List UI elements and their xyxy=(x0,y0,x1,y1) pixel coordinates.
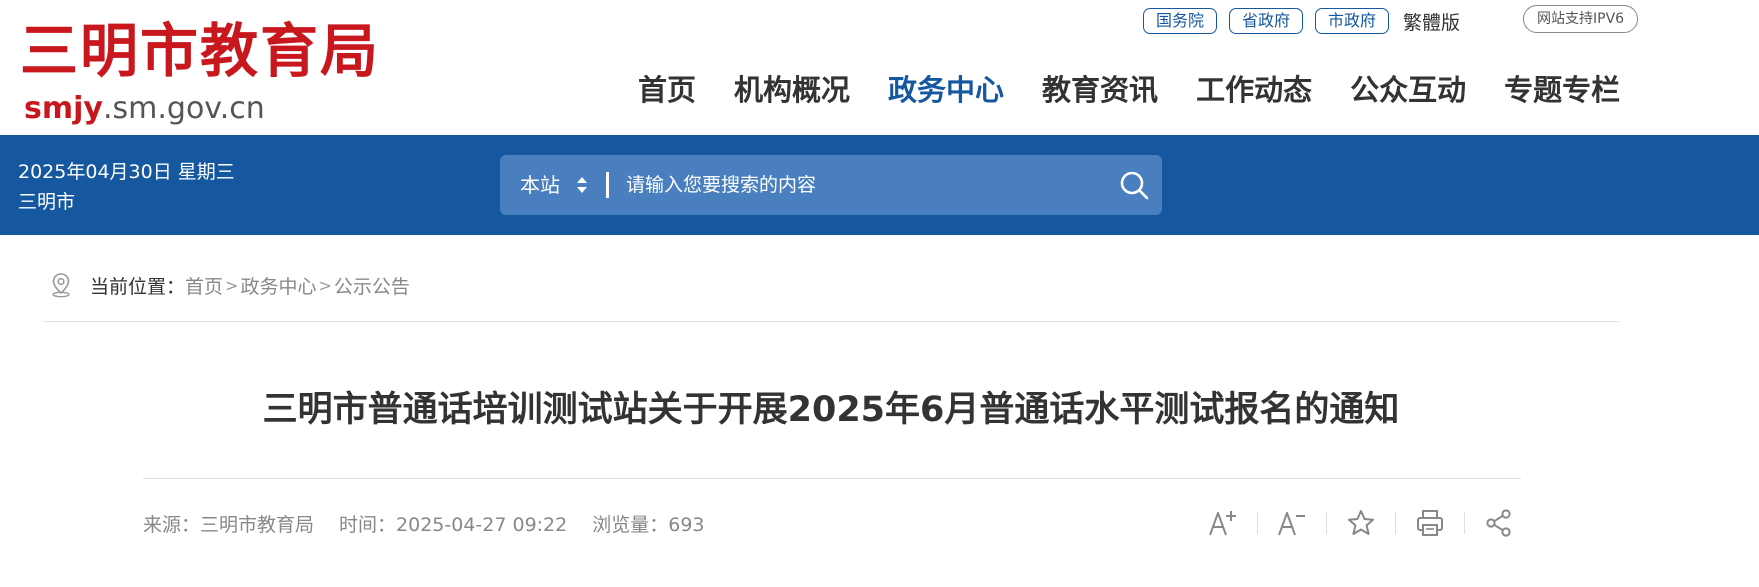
font-increase-icon[interactable] xyxy=(1206,506,1240,540)
nav-item-organization[interactable]: 机构概况 xyxy=(734,68,850,112)
site-header: 三明市教育局 smjy.sm.gov.cn 国务院 省政府 市政府 繁體版 网站… xyxy=(0,0,1759,135)
search-input[interactable] xyxy=(626,165,1066,205)
toolbar-separator xyxy=(1395,512,1396,534)
site-logo[interactable]: 三明市教育局 xyxy=(20,20,380,82)
breadcrumb-divider xyxy=(43,321,1619,322)
toolbar-separator xyxy=(1257,512,1258,534)
toolbar-separator xyxy=(1464,512,1465,534)
toolbar-separator xyxy=(1326,512,1327,534)
article-toolbar xyxy=(1206,506,1516,540)
nav-item-education-news[interactable]: 教育资讯 xyxy=(1042,68,1158,112)
top-links: 国务院 省政府 市政府 繁體版 xyxy=(1143,8,1460,34)
share-icon[interactable] xyxy=(1482,506,1516,540)
article-views: 浏览量：693 xyxy=(592,513,705,536)
ipv6-badge: 网站支持IPV6 xyxy=(1523,5,1639,33)
toplink-city[interactable]: 市政府 xyxy=(1315,8,1390,34)
breadcrumb-separator: > xyxy=(225,275,239,295)
title-divider xyxy=(143,478,1521,479)
current-date: 2025年04月30日 星期三 xyxy=(18,161,235,183)
article-title: 三明市普通话培训测试站关于开展2025年6月普通话水平测试报名的通知 xyxy=(262,390,1400,430)
search-bar: 本站 xyxy=(500,155,1162,215)
location-pin-icon xyxy=(52,273,70,298)
search-icon[interactable] xyxy=(1118,169,1150,201)
breadcrumb-home[interactable]: 首页 xyxy=(185,272,223,299)
star-icon[interactable] xyxy=(1344,506,1378,540)
date-search-band: 2025年04月30日 星期三 三明市 本站 xyxy=(0,135,1759,235)
domain-rest: .sm.gov.cn xyxy=(102,91,265,126)
breadcrumb-government-center[interactable]: 政务中心 xyxy=(240,272,316,299)
date-location: 2025年04月30日 星期三 三明市 xyxy=(18,157,235,217)
article-source: 来源：三明市教育局 xyxy=(143,513,315,536)
nav-item-special-topics[interactable]: 专题专栏 xyxy=(1504,68,1620,112)
site-domain: smjy.sm.gov.cn xyxy=(24,92,265,126)
sort-arrows-icon xyxy=(577,177,587,193)
traditional-chinese-link[interactable]: 繁體版 xyxy=(1403,8,1460,35)
breadcrumb: 当前位置： 首页 > 政务中心 > 公示公告 xyxy=(48,270,410,300)
nav-item-public-interaction[interactable]: 公众互动 xyxy=(1350,68,1466,112)
breadcrumb-announcements[interactable]: 公示公告 xyxy=(334,272,410,299)
article-meta: 来源：三明市教育局 时间：2025-04-27 09:22 浏览量：693 xyxy=(143,508,730,538)
toplink-province[interactable]: 省政府 xyxy=(1229,8,1304,34)
print-icon[interactable] xyxy=(1413,506,1447,540)
font-decrease-icon[interactable] xyxy=(1275,506,1309,540)
current-city: 三明市 xyxy=(18,191,76,213)
search-divider xyxy=(606,172,609,198)
toplink-state-council[interactable]: 国务院 xyxy=(1143,8,1218,34)
nav-item-home[interactable]: 首页 xyxy=(638,68,696,112)
search-scope-select[interactable]: 本站 xyxy=(520,155,560,215)
article-time: 时间：2025-04-27 09:22 xyxy=(339,513,568,536)
nav-item-work-updates[interactable]: 工作动态 xyxy=(1196,68,1312,112)
nav-item-government-center[interactable]: 政务中心 xyxy=(888,68,1004,112)
breadcrumb-label: 当前位置： xyxy=(90,275,186,298)
breadcrumb-separator: > xyxy=(318,275,332,295)
main-nav: 首页 机构概况 政务中心 教育资讯 工作动态 公众互动 专题专栏 xyxy=(638,68,1620,112)
domain-highlight: smjy xyxy=(24,91,103,126)
